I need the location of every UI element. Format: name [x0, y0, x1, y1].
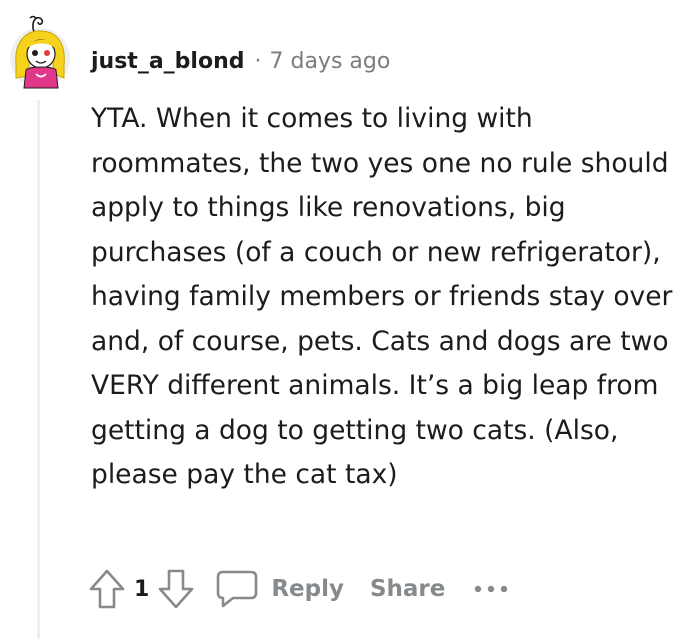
thread-line[interactable]	[37, 100, 40, 639]
comment-body: YTA. When it comes to living with roomma…	[91, 103, 673, 490]
speech-bubble-icon	[217, 570, 258, 608]
vote-count: 1	[134, 576, 150, 602]
comment-timestamp[interactable]: 7 days ago	[269, 49, 390, 74]
reply-button[interactable]: Reply	[215, 569, 344, 609]
comment-header: just_a_blond · 7 days ago	[91, 44, 390, 78]
three-dots-icon	[475, 585, 508, 593]
downvote-button[interactable]	[157, 568, 195, 610]
share-button[interactable]: Share	[370, 576, 445, 602]
author-username[interactable]: just_a_blond	[91, 49, 244, 74]
comment-actions: 1 Reply Share	[88, 566, 509, 612]
more-options-button[interactable]	[473, 584, 509, 594]
user-avatar[interactable]	[8, 12, 70, 90]
arrow-up-outline-icon	[89, 569, 125, 609]
reply-label: Reply	[271, 576, 344, 602]
arrow-down-outline-icon	[159, 569, 194, 609]
comment-card: just_a_blond · 7 days ago YTA. When it c…	[0, 0, 700, 639]
meta-separator: ·	[254, 48, 262, 74]
upvote-button[interactable]	[88, 568, 126, 610]
